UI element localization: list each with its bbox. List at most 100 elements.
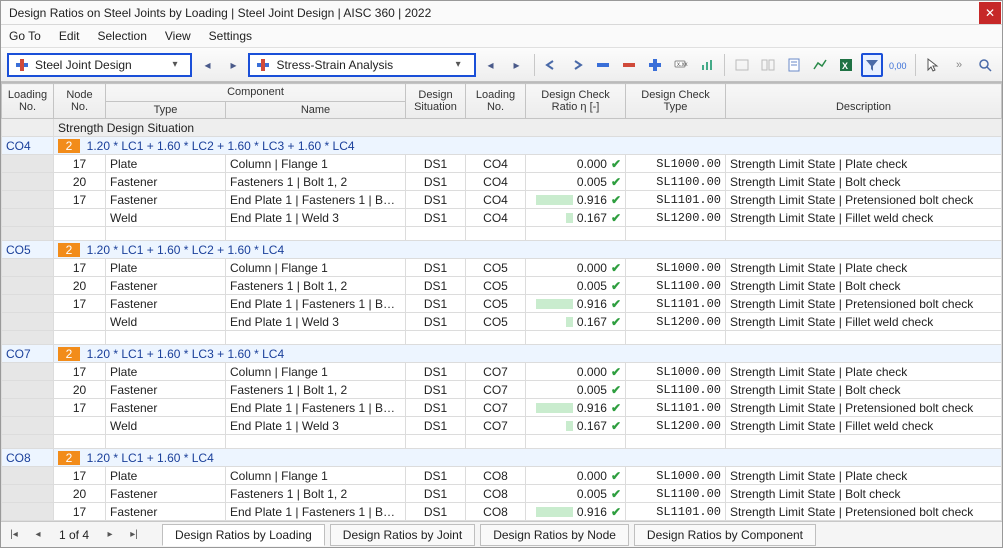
tab-ratios-joint[interactable]: Design Ratios by Joint bbox=[330, 524, 475, 546]
menu-settings[interactable]: Settings bbox=[209, 29, 252, 43]
menu-goto[interactable]: Go To bbox=[9, 29, 41, 43]
loading-no-cell: CO4 bbox=[466, 209, 526, 227]
tool-graph[interactable] bbox=[809, 53, 831, 77]
menu-selection[interactable]: Selection bbox=[98, 29, 147, 43]
tool-redo[interactable] bbox=[566, 53, 588, 77]
design-situation: DS1 bbox=[406, 503, 466, 521]
svg-text:x.xx: x.xx bbox=[677, 62, 688, 68]
ratio-cell: 0.167✔ bbox=[526, 417, 626, 435]
component-name: End Plate 1 | Fasteners 1 | Bolt 1... bbox=[226, 295, 406, 313]
analysis-icon bbox=[256, 58, 270, 72]
design-situation: DS1 bbox=[406, 259, 466, 277]
component-type: Weld bbox=[106, 209, 226, 227]
ratio-cell: 0.916✔ bbox=[526, 503, 626, 521]
ratio-cell: 0.167✔ bbox=[526, 313, 626, 331]
combo-analysis-type[interactable]: Stress-Strain Analysis ▾ bbox=[248, 53, 475, 77]
tool-beam2[interactable] bbox=[618, 53, 640, 77]
check-type: SL1100.00 bbox=[626, 485, 726, 503]
menu-view[interactable]: View bbox=[165, 29, 191, 43]
tool-undo[interactable] bbox=[540, 53, 562, 77]
component-type: Fastener bbox=[106, 381, 226, 399]
description: Strength Limit State | Plate check bbox=[726, 259, 1002, 277]
ratio-cell: 0.000✔ bbox=[526, 467, 626, 485]
loading-no-cell: CO5 bbox=[466, 277, 526, 295]
loading-no-cell: CO5 bbox=[466, 259, 526, 277]
description: Strength Limit State | Fillet weld check bbox=[726, 209, 1002, 227]
nav-prev-analysis[interactable]: ◂ bbox=[480, 53, 502, 77]
tool-decimal[interactable]: 0,00 bbox=[887, 53, 909, 77]
ratio-cell: 0.005✔ bbox=[526, 381, 626, 399]
loading-no-cell: CO7 bbox=[466, 363, 526, 381]
window-title: Design Ratios on Steel Joints by Loading… bbox=[9, 6, 979, 20]
check-type: SL1101.00 bbox=[626, 399, 726, 417]
page-indicator: 1 of 4 bbox=[53, 528, 95, 542]
menu-edit[interactable]: Edit bbox=[59, 29, 80, 43]
description: Strength Limit State | Bolt check bbox=[726, 173, 1002, 191]
close-button[interactable]: ✕ bbox=[979, 2, 1001, 24]
check-icon: ✔ bbox=[611, 401, 621, 415]
component-name: Fasteners 1 | Bolt 1, 2 bbox=[226, 485, 406, 503]
ratio-cell: 0.916✔ bbox=[526, 295, 626, 313]
tool-layout2[interactable] bbox=[757, 53, 779, 77]
page-first[interactable]: |◂ bbox=[5, 526, 23, 544]
page-last[interactable]: ▸| bbox=[125, 526, 143, 544]
description: Strength Limit State | Fillet weld check bbox=[726, 313, 1002, 331]
nav-next-analysis[interactable]: ▸ bbox=[506, 53, 528, 77]
design-situation: DS1 bbox=[406, 363, 466, 381]
loading-no-cell: CO7 bbox=[466, 417, 526, 435]
description: Strength Limit State | Plate check bbox=[726, 155, 1002, 173]
check-type: SL1100.00 bbox=[626, 277, 726, 295]
page-prev[interactable]: ◂ bbox=[29, 526, 47, 544]
ratio-cell: 0.000✔ bbox=[526, 155, 626, 173]
tab-ratios-loading[interactable]: Design Ratios by Loading bbox=[162, 524, 325, 546]
design-situation: DS1 bbox=[406, 173, 466, 191]
tool-doc[interactable] bbox=[783, 53, 805, 77]
loading-no: CO8 bbox=[2, 449, 54, 467]
page-next[interactable]: ▸ bbox=[101, 526, 119, 544]
node-no: 20 bbox=[54, 381, 106, 399]
load-combo-header: 2 1.20 * LC1 + 1.60 * LC4 bbox=[54, 449, 1002, 467]
close-icon: ✕ bbox=[985, 6, 995, 20]
node-no: 17 bbox=[54, 191, 106, 209]
chevron-down-icon: ▾ bbox=[456, 59, 470, 70]
tool-tag[interactable]: x.xx bbox=[670, 53, 692, 77]
component-name: Fasteners 1 | Bolt 1, 2 bbox=[226, 381, 406, 399]
tool-beam3[interactable] bbox=[644, 53, 666, 77]
component-name: Fasteners 1 | Bolt 1, 2 bbox=[226, 277, 406, 295]
tab-ratios-node[interactable]: Design Ratios by Node bbox=[480, 524, 629, 546]
toolbar: Steel Joint Design ▾ ◂ ▸ Stress-Strain A… bbox=[1, 48, 1002, 82]
component-name: End Plate 1 | Weld 3 bbox=[226, 417, 406, 435]
ratio-cell: 0.000✔ bbox=[526, 363, 626, 381]
tool-more[interactable]: » bbox=[948, 53, 970, 77]
combo-design-module[interactable]: Steel Joint Design ▾ bbox=[7, 53, 192, 77]
nav-prev-module[interactable]: ◂ bbox=[196, 53, 218, 77]
check-type: SL1200.00 bbox=[626, 417, 726, 435]
description: Strength Limit State | Pretensioned bolt… bbox=[726, 503, 1002, 521]
tool-excel[interactable]: X bbox=[835, 53, 857, 77]
node-no bbox=[54, 313, 106, 331]
description: Strength Limit State | Plate check bbox=[726, 363, 1002, 381]
tool-pointer[interactable] bbox=[922, 53, 944, 77]
tool-layout1[interactable] bbox=[731, 53, 753, 77]
design-situation: DS1 bbox=[406, 485, 466, 503]
check-icon: ✔ bbox=[611, 487, 621, 501]
component-name: Column | Flange 1 bbox=[226, 259, 406, 277]
badge: 2 bbox=[58, 347, 80, 361]
chevron-down-icon: ▾ bbox=[172, 59, 186, 70]
menubar: Go To Edit Selection View Settings bbox=[1, 25, 1002, 48]
component-name: Column | Flange 1 bbox=[226, 467, 406, 485]
results-grid[interactable]: LoadingNo. NodeNo. Component Type Name D… bbox=[1, 82, 1002, 521]
check-type: SL1100.00 bbox=[626, 173, 726, 191]
component-type: Fastener bbox=[106, 173, 226, 191]
component-type: Fastener bbox=[106, 295, 226, 313]
ratio-cell: 0.005✔ bbox=[526, 173, 626, 191]
loading-no-cell: CO5 bbox=[466, 295, 526, 313]
tool-filter[interactable] bbox=[861, 53, 883, 77]
tab-ratios-component[interactable]: Design Ratios by Component bbox=[634, 524, 816, 546]
check-type: SL1200.00 bbox=[626, 209, 726, 227]
tool-chart[interactable] bbox=[696, 53, 718, 77]
tool-find[interactable] bbox=[974, 53, 996, 77]
tool-beam1[interactable] bbox=[592, 53, 614, 77]
load-combo-header: 2 1.20 * LC1 + 1.60 * LC2 + 1.60 * LC4 bbox=[54, 241, 1002, 259]
nav-next-module[interactable]: ▸ bbox=[222, 53, 244, 77]
